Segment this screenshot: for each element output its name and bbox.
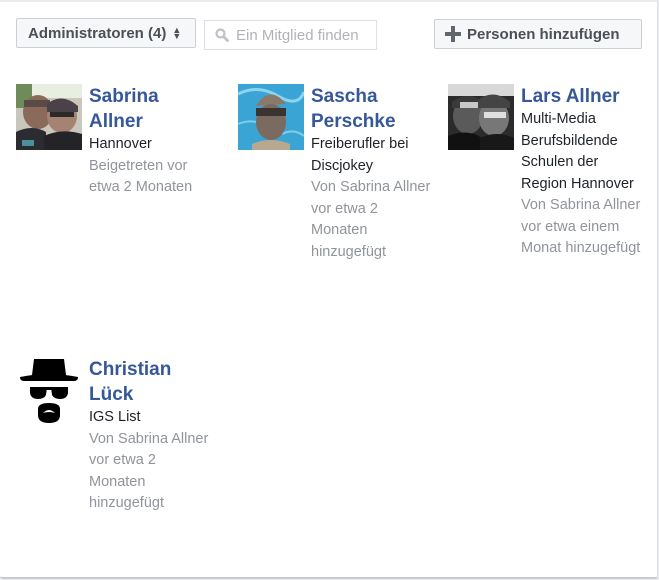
- add-people-label: Personen hinzufügen: [467, 25, 620, 43]
- member-card: Sabrina Allner Hannover Beigetreten vor …: [16, 84, 211, 199]
- member-card: Sascha Perschke Freiberufler bei Discjok…: [238, 84, 433, 263]
- member-card: Christian Lück IGS List Von Sabrina Alln…: [16, 357, 211, 515]
- member-name-link[interactable]: Sabrina Allner: [89, 84, 211, 134]
- role-filter-label: Administratoren (4): [28, 24, 167, 42]
- avatar[interactable]: [16, 84, 82, 150]
- member-work: IGS List: [89, 409, 141, 425]
- member-card: Lars Allner Multi-Media Berufsbildende S…: [448, 84, 643, 260]
- role-filter-dropdown[interactable]: Administratoren (4) ▲ ▼: [16, 18, 196, 48]
- member-name-link[interactable]: Sascha Perschke: [311, 84, 433, 134]
- avatar[interactable]: [448, 84, 514, 150]
- member-work: Freiberufler bei Discjokey: [311, 136, 409, 174]
- members-panel: Administratoren (4) ▲▼ Personen hinzufüg…: [0, 2, 658, 579]
- member-location: Hannover: [89, 136, 152, 152]
- search-icon: [215, 28, 229, 42]
- add-people-button[interactable]: Personen hinzufügen: [434, 19, 642, 49]
- member-education: Multi-Media Berufsbildende Schulen der R…: [521, 111, 634, 192]
- member-added-info: Von Sabrina Allner vor etwa 2 Monaten hi…: [311, 179, 431, 260]
- member-joined-info: Beigetreten vor etwa 2 Monaten: [89, 157, 193, 196]
- member-name-link[interactable]: Lars Allner: [521, 84, 643, 109]
- member-search-box[interactable]: [204, 20, 377, 50]
- member-added-info: Von Sabrina Allner vor etwa 2 Monaten hi…: [89, 430, 209, 512]
- avatar[interactable]: [238, 84, 304, 150]
- heisenberg-avatar-icon[interactable]: [16, 357, 82, 423]
- sort-caret-icon: ▲ ▼: [172, 25, 182, 41]
- member-search-input[interactable]: [236, 26, 371, 44]
- member-name-link[interactable]: Christian Lück: [89, 357, 211, 407]
- plus-icon: [445, 26, 461, 42]
- member-added-info: Von Sabrina Allner vor etwa einem Monat …: [521, 197, 641, 256]
- members-toolbar: Administratoren (4) ▲▼ Personen hinzufüg…: [0, 2, 657, 62]
